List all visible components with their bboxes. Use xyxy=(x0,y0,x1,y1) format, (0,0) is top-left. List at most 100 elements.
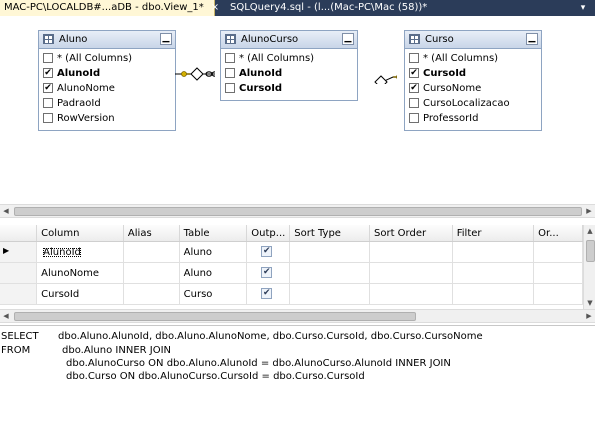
cell-table[interactable]: Aluno xyxy=(179,241,248,263)
column-checkbox[interactable] xyxy=(43,53,53,63)
join-line-alunocurso-curso[interactable] xyxy=(357,68,397,84)
column-checkbox[interactable] xyxy=(225,83,235,93)
grid-horizontal-scrollbar[interactable]: ◀ ▶ xyxy=(0,309,595,323)
scroll-thumb[interactable] xyxy=(14,207,582,216)
table-alunocurso-header[interactable]: AlunoCurso ▁ xyxy=(221,31,357,49)
column-row[interactable]: * (All Columns) xyxy=(405,51,541,66)
join-line-aluno-alunocurso[interactable] xyxy=(175,65,215,81)
cell-column[interactable]: AlunoId xyxy=(36,241,124,263)
column-checkbox[interactable] xyxy=(225,68,235,78)
scroll-left-icon[interactable]: ◀ xyxy=(0,205,12,217)
cell-alias[interactable] xyxy=(123,262,180,284)
column-checkbox[interactable] xyxy=(43,113,53,123)
minimize-icon[interactable]: ▁ xyxy=(160,33,172,45)
column-row[interactable]: AlunoId xyxy=(221,66,357,81)
table-aluno[interactable]: Aluno ▁ * (All Columns) ✔ AlunoId ✔ Alun… xyxy=(38,30,176,131)
scroll-right-icon[interactable]: ▶ xyxy=(583,205,595,217)
minimize-icon[interactable]: ▁ xyxy=(342,33,354,45)
column-row[interactable]: CursoLocalizacao xyxy=(405,96,541,111)
cell-filter[interactable] xyxy=(452,283,535,305)
cell-sort-order[interactable] xyxy=(369,262,453,284)
column-row[interactable]: RowVersion xyxy=(39,111,175,126)
output-checkbox[interactable]: ✔ xyxy=(261,267,273,279)
column-checkbox[interactable] xyxy=(409,113,419,123)
cell-sort-type[interactable] xyxy=(289,262,370,284)
row-header[interactable] xyxy=(0,283,38,305)
cell-sort-order[interactable] xyxy=(369,283,453,305)
cell-table[interactable]: Aluno xyxy=(179,262,248,284)
header-or[interactable]: Or... xyxy=(533,225,583,242)
table-curso[interactable]: Curso ▁ * (All Columns) ✔ CursoId ✔ Curs… xyxy=(404,30,542,131)
header-output[interactable]: Outp... xyxy=(246,225,291,242)
column-row[interactable]: ✔ AlunoId xyxy=(39,66,175,81)
header-sort-type[interactable]: Sort Type xyxy=(289,225,370,242)
table-aluno-header[interactable]: Aluno ▁ xyxy=(39,31,175,49)
row-header[interactable] xyxy=(0,262,38,284)
output-checkbox[interactable]: ✔ xyxy=(261,288,273,300)
cell-table[interactable]: Curso xyxy=(179,283,248,305)
grid-vertical-scrollbar[interactable]: ▲ ▼ xyxy=(583,225,595,309)
cell-sort-type[interactable] xyxy=(289,241,370,263)
row-header[interactable]: ▶ xyxy=(0,241,38,263)
cell-or[interactable] xyxy=(533,262,583,284)
table-row[interactable]: AlunoNome Aluno ✔ xyxy=(0,262,583,284)
column-row[interactable]: ✔ CursoId xyxy=(405,66,541,81)
header-column[interactable]: Column xyxy=(36,225,124,242)
cell-column[interactable]: CursoId xyxy=(36,283,124,305)
column-checkbox[interactable] xyxy=(225,53,235,63)
tab-overflow-dropdown-icon[interactable]: ▾ xyxy=(574,0,592,16)
cell-sort-order[interactable] xyxy=(369,241,453,263)
criteria-grid[interactable]: Column Alias Table Outp... Sort Type Sor… xyxy=(0,225,583,309)
column-row[interactable]: CursoId xyxy=(221,81,357,96)
cell-or[interactable] xyxy=(533,283,583,305)
sql-pane[interactable]: SELECT dbo.Aluno.AlunoId, dbo.Aluno.Alun… xyxy=(0,325,595,433)
cell-output[interactable]: ✔ xyxy=(246,283,291,305)
table-row[interactable]: ▶ AlunoId Aluno ✔ xyxy=(0,241,583,263)
table-curso-header[interactable]: Curso ▁ xyxy=(405,31,541,49)
table-alunocurso[interactable]: AlunoCurso ▁ * (All Columns) AlunoId Cur… xyxy=(220,30,358,101)
column-checkbox[interactable] xyxy=(409,98,419,108)
column-row[interactable]: ProfessorId xyxy=(405,111,541,126)
column-row[interactable]: ✔ CursoNome xyxy=(405,81,541,96)
column-checkbox[interactable]: ✔ xyxy=(43,68,53,78)
scroll-right-icon[interactable]: ▶ xyxy=(583,310,595,322)
scroll-left-icon[interactable]: ◀ xyxy=(0,310,12,322)
header-table[interactable]: Table xyxy=(179,225,248,242)
header-sort-order[interactable]: Sort Order xyxy=(369,225,453,242)
cell-filter[interactable] xyxy=(452,262,535,284)
cell-output[interactable]: ✔ xyxy=(246,262,291,284)
column-checkbox[interactable]: ✔ xyxy=(409,83,419,93)
column-row[interactable]: * (All Columns) xyxy=(39,51,175,66)
scroll-thumb[interactable] xyxy=(586,240,595,262)
cell-sort-type[interactable] xyxy=(289,283,370,305)
column-checkbox[interactable] xyxy=(43,98,53,108)
table-row[interactable]: CursoId Curso ✔ xyxy=(0,283,583,305)
minimize-icon[interactable]: ▁ xyxy=(526,33,538,45)
column-label: RowVersion xyxy=(57,113,115,124)
cell-alias[interactable] xyxy=(123,241,180,263)
header-alias[interactable]: Alias xyxy=(123,225,180,242)
column-checkbox[interactable] xyxy=(409,53,419,63)
column-row[interactable]: ✔ AlunoNome xyxy=(39,81,175,96)
column-checkbox[interactable]: ✔ xyxy=(43,83,53,93)
column-row[interactable]: PadraoId xyxy=(39,96,175,111)
tab-view-designer[interactable]: MAC-PC\LOCALDB#...aDB - dbo.View_1* xyxy=(0,0,215,16)
cell-column[interactable]: AlunoNome xyxy=(36,262,124,284)
cell-filter[interactable] xyxy=(452,241,535,263)
diagram-pane[interactable]: Aluno ▁ * (All Columns) ✔ AlunoId ✔ Alun… xyxy=(0,16,595,204)
output-checkbox[interactable]: ✔ xyxy=(261,246,273,258)
column-checkbox[interactable]: ✔ xyxy=(409,68,419,78)
diagram-horizontal-scrollbar[interactable]: ◀ ▶ xyxy=(0,204,595,218)
grid-corner[interactable] xyxy=(0,225,38,242)
scroll-up-icon[interactable]: ▲ xyxy=(584,225,595,237)
cell-output[interactable]: ✔ xyxy=(246,241,291,263)
tab-sqlquery4[interactable]: SQLQuery4.sql - (l...(Mac-PC\Mac (58))* xyxy=(226,0,431,16)
header-filter[interactable]: Filter xyxy=(452,225,535,242)
tab-close-icon[interactable]: × xyxy=(208,0,222,16)
column-label: CursoNome xyxy=(423,83,482,94)
column-row[interactable]: * (All Columns) xyxy=(221,51,357,66)
scroll-down-icon[interactable]: ▼ xyxy=(584,297,595,309)
cell-or[interactable] xyxy=(533,241,583,263)
cell-alias[interactable] xyxy=(123,283,180,305)
scroll-thumb[interactable] xyxy=(14,312,416,321)
